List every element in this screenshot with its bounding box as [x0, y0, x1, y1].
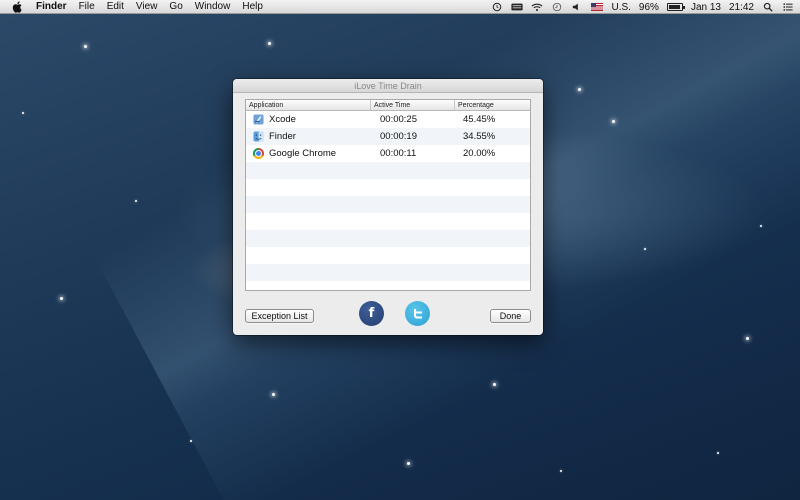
menu-help[interactable]: Help	[236, 0, 269, 14]
notification-center-icon[interactable]	[782, 2, 794, 12]
app-name: Google Chrome	[269, 148, 337, 159]
column-header-percentage[interactable]: Percentage	[455, 100, 530, 110]
column-header-active-time[interactable]: Active Time	[371, 100, 455, 110]
star	[135, 200, 137, 202]
empty-row	[246, 247, 530, 264]
done-button[interactable]: Done	[490, 309, 531, 323]
menu-window[interactable]: Window	[189, 0, 237, 14]
menu-bar: Finder File Edit View Go Window Help U.S…	[0, 0, 800, 14]
app-time-table: Application Active Time Percentage Xcode…	[245, 99, 531, 291]
empty-row	[246, 196, 530, 213]
facebook-icon: f	[368, 306, 375, 321]
cell-application: Google Chrome	[246, 148, 371, 159]
cell-percentage: 45.45%	[463, 114, 496, 125]
menu-date[interactable]: Jan 13	[691, 2, 721, 13]
flag-us-icon[interactable]	[591, 3, 604, 11]
star	[407, 462, 410, 465]
menu-time[interactable]: 21:42	[729, 2, 754, 13]
table-body: Xcode 00:00:25 45.45% Finder 00:00:19 34…	[246, 111, 530, 281]
star	[22, 112, 24, 114]
clock-icon[interactable]	[551, 2, 563, 12]
cell-active-time: 00:00:11	[380, 148, 417, 159]
star	[190, 440, 192, 442]
xcode-icon	[253, 114, 264, 125]
star	[644, 248, 646, 250]
cell-active-time: 00:00:25	[380, 114, 417, 125]
star	[268, 42, 271, 45]
keyboard-icon[interactable]	[511, 2, 524, 12]
exception-list-button[interactable]: Exception List	[245, 309, 314, 323]
menu-file[interactable]: File	[73, 0, 101, 14]
column-header-application[interactable]: Application	[246, 100, 371, 110]
menu-view[interactable]: View	[130, 0, 164, 14]
star	[272, 393, 275, 396]
app-name: Finder	[269, 131, 296, 142]
table-header: Application Active Time Percentage	[246, 100, 530, 111]
table-row[interactable]: Xcode 00:00:25 45.45%	[246, 111, 530, 128]
chrome-icon	[253, 148, 264, 159]
star	[578, 88, 581, 91]
empty-row	[246, 230, 530, 247]
menu-go[interactable]: Go	[163, 0, 188, 14]
facebook-share-button[interactable]: f	[359, 301, 384, 326]
empty-row	[246, 179, 530, 196]
battery-percent[interactable]: 96%	[639, 2, 659, 13]
star	[760, 225, 762, 227]
star	[560, 470, 562, 472]
star	[493, 383, 496, 386]
star	[60, 297, 63, 300]
cell-application: Xcode	[246, 114, 371, 125]
star	[612, 120, 615, 123]
apple-icon[interactable]	[12, 0, 22, 13]
cell-percentage: 34.55%	[463, 131, 496, 142]
star	[746, 337, 749, 340]
window-title[interactable]: iLove Time Drain	[233, 79, 543, 93]
spotlight-icon[interactable]	[762, 2, 774, 12]
empty-row	[246, 213, 530, 230]
table-row[interactable]: Google Chrome 00:00:11 20.00%	[246, 145, 530, 162]
cell-active-time: 00:00:19	[380, 131, 417, 142]
wifi-icon[interactable]	[531, 2, 543, 12]
time-drain-window: iLove Time Drain Application Active Time…	[233, 79, 543, 335]
battery-icon[interactable]	[666, 3, 685, 11]
twitter-share-button[interactable]	[405, 301, 430, 326]
input-source-label[interactable]: U.S.	[611, 2, 630, 13]
empty-row	[246, 162, 530, 179]
finder-icon	[253, 131, 264, 142]
volume-icon[interactable]	[571, 2, 583, 12]
app-name: Xcode	[269, 114, 296, 125]
table-row[interactable]: Finder 00:00:19 34.55%	[246, 128, 530, 145]
cell-application: Finder	[246, 131, 371, 142]
star	[717, 452, 719, 454]
menu-edit[interactable]: Edit	[101, 0, 130, 14]
cell-percentage: 20.00%	[463, 148, 496, 159]
star	[84, 45, 87, 48]
menu-app-finder[interactable]: Finder	[30, 0, 73, 14]
empty-row	[246, 264, 530, 281]
time-machine-icon[interactable]	[491, 2, 503, 12]
twitter-icon	[413, 308, 422, 318]
